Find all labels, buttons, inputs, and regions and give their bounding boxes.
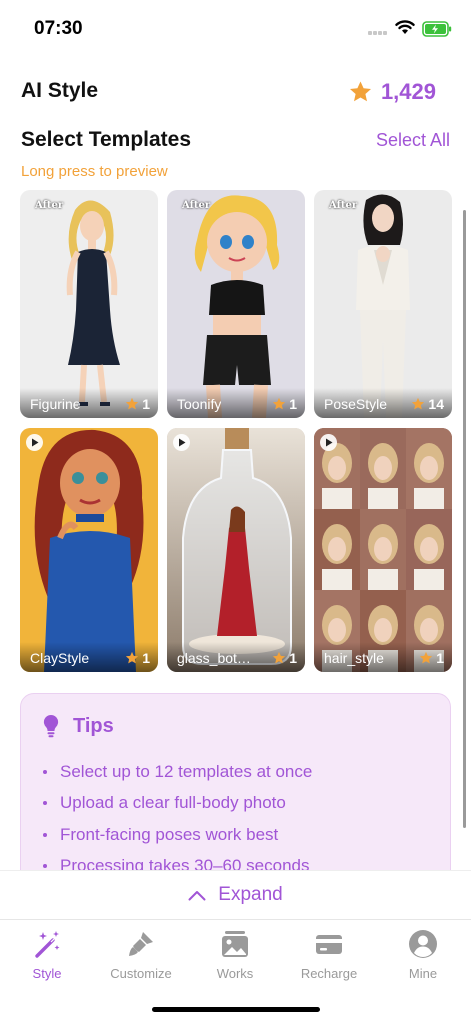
home-indicator[interactable] [152, 1007, 320, 1012]
page-title: AI Style [21, 79, 99, 102]
template-card-claystyle[interactable]: ClayStyle 1 [20, 428, 158, 672]
template-name: PoseStyle [324, 396, 388, 412]
template-name: hair_style [324, 650, 384, 666]
scrollbar[interactable] [463, 210, 466, 828]
template-card-glass-bottle[interactable]: glass_bot… 1 [167, 428, 305, 672]
magic-wand-icon [35, 931, 60, 958]
template-cost: 1 [125, 650, 150, 666]
tab-works[interactable]: Works [188, 928, 282, 984]
tab-recharge[interactable]: Recharge [282, 928, 376, 984]
template-cost-value: 1 [142, 396, 150, 412]
card-icon [316, 935, 342, 954]
tab-label: Mine [408, 966, 438, 981]
wifi-icon [395, 20, 415, 34]
select-all-button[interactable]: Select All [376, 130, 450, 151]
tab-label: Works [216, 966, 254, 981]
template-card-hair-style[interactable]: hair_style 1 [314, 428, 452, 672]
template-thumbnail [20, 190, 158, 418]
tips-list: Select up to 12 templates at once Upload… [43, 756, 312, 882]
star-icon [126, 397, 139, 410]
template-card-toonify[interactable]: After Toonify 1 [167, 190, 305, 418]
brush-icon [129, 932, 153, 956]
tips-panel: Tips Select up to 12 templates at once U… [20, 693, 451, 893]
template-cost: 14 [411, 396, 444, 412]
star-icon [273, 397, 286, 410]
play-icon [26, 434, 43, 451]
template-name: Toonify [177, 396, 222, 412]
expand-label: Expand [218, 884, 283, 905]
star-icon [412, 397, 425, 410]
tips-title: Tips [73, 714, 114, 737]
tab-mine[interactable]: Mine [376, 928, 470, 984]
chevron-up-icon [188, 890, 206, 900]
status-bar: 07:30 [0, 0, 471, 60]
lightbulb-icon [43, 714, 59, 738]
cellular-signal-icon [368, 31, 390, 37]
tab-customize[interactable]: Customize [94, 928, 188, 984]
template-thumbnail [314, 190, 452, 418]
star-icon [349, 81, 371, 102]
play-icon [173, 434, 190, 451]
template-cost: 1 [419, 650, 444, 666]
star-icon [420, 651, 433, 664]
template-cost: 1 [125, 396, 150, 412]
template-card-figurine[interactable]: After Figurine 1 [20, 190, 158, 418]
long-press-hint: Long press to preview [21, 163, 168, 180]
after-badge: After [329, 200, 358, 211]
template-name: Figurine [30, 396, 81, 412]
template-name: ClayStyle [30, 650, 90, 666]
status-time: 07:30 [34, 18, 83, 39]
tab-label: Style [32, 966, 62, 981]
template-thumbnail [167, 428, 305, 672]
play-icon [320, 434, 337, 451]
template-card-posestyle[interactable]: After PoseStyle 14 [314, 190, 452, 418]
tip-item: Select up to 12 templates at once [43, 756, 312, 788]
tab-style[interactable]: Style [0, 928, 94, 984]
star-icon [126, 651, 139, 664]
tab-label: Recharge [300, 966, 358, 981]
tab-label: Customize [110, 966, 172, 981]
coin-balance[interactable]: 1,429 [348, 78, 436, 106]
person-icon [409, 930, 437, 958]
template-cost-value: 1 [436, 650, 444, 666]
template-cost-value: 1 [289, 650, 297, 666]
template-name: glass_bot… [177, 650, 251, 666]
gallery-icon [222, 931, 248, 957]
template-cost-value: 1 [289, 396, 297, 412]
tips-header: Tips [43, 714, 114, 738]
template-cost: 1 [272, 650, 297, 666]
expand-button[interactable]: Expand [0, 870, 471, 919]
after-badge: After [182, 200, 211, 211]
section-title: Select Templates [21, 128, 192, 151]
template-thumbnail [314, 428, 452, 672]
template-cost-value: 14 [428, 396, 444, 412]
template-cost-value: 1 [142, 650, 150, 666]
after-badge: After [35, 200, 64, 211]
template-thumbnail [20, 428, 158, 672]
battery-charging-icon [422, 21, 452, 37]
coin-balance-value: 1,429 [380, 79, 436, 104]
tip-item: Front-facing poses work best [43, 819, 312, 851]
template-cost: 1 [272, 396, 297, 412]
tip-item: Upload a clear full-body photo [43, 788, 312, 820]
template-thumbnail [167, 190, 305, 418]
star-icon [273, 651, 286, 664]
